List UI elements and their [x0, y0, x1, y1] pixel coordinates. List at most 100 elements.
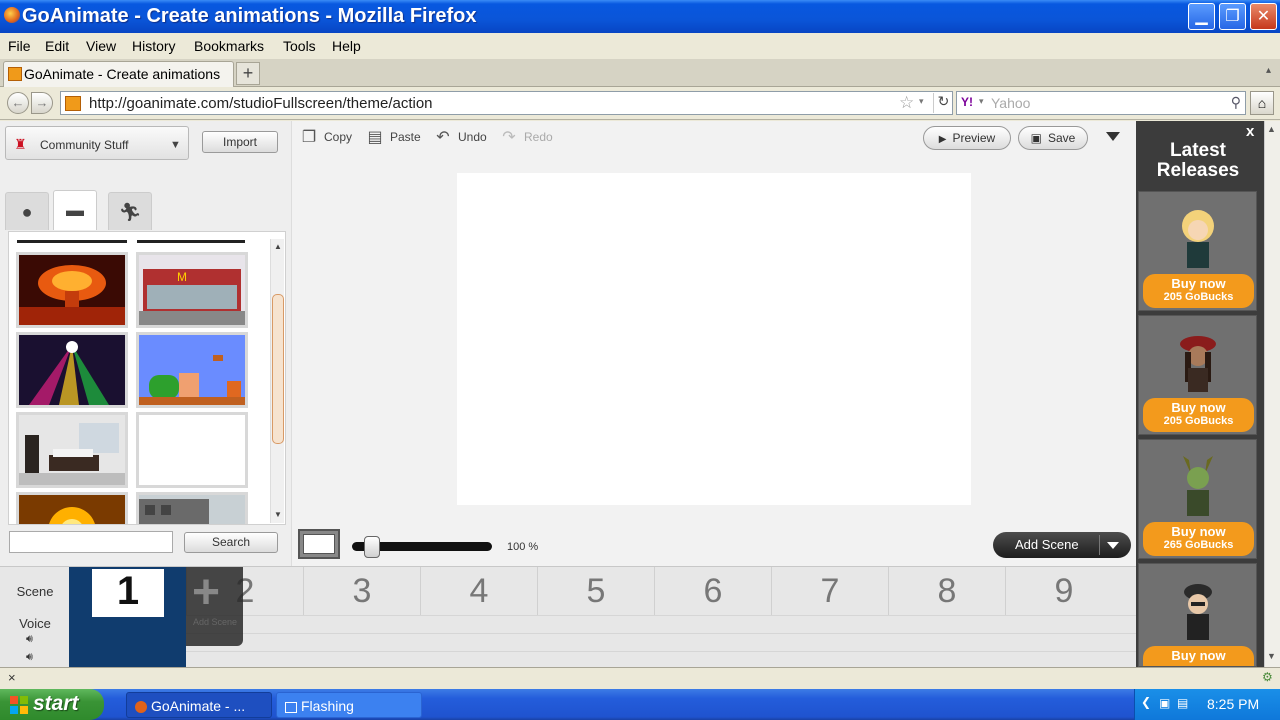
- plus-icon: +: [192, 566, 221, 619]
- release-card[interactable]: Buy now 265 GoBucks: [1138, 439, 1257, 559]
- asset-thumb-platform-game[interactable]: [136, 332, 248, 408]
- scroll-down-icon[interactable]: ▼: [272, 509, 284, 521]
- close-button[interactable]: ✕: [1250, 3, 1277, 30]
- scroll-down-icon[interactable]: ▼: [1267, 651, 1276, 661]
- url-text: http://goanimate.com/studioFullscreen/th…: [89, 95, 433, 112]
- asset-thumb-sun[interactable]: [16, 492, 128, 524]
- asset-thumb-blank[interactable]: [136, 412, 248, 488]
- scrollbar-thumb[interactable]: [272, 294, 284, 444]
- zoom-level: 100 %: [507, 541, 539, 553]
- backgrounds-tab[interactable]: ▬: [53, 190, 97, 230]
- timeline-divider: [186, 633, 1136, 634]
- preview-button[interactable]: ▶ Preview: [923, 126, 1011, 150]
- asset-thumb-disco[interactable]: [16, 332, 128, 408]
- copy-icon: ❐: [301, 129, 317, 146]
- redo-icon: ↷: [502, 129, 516, 146]
- buy-now-button[interactable]: Buy now 205 GoBucks: [1143, 398, 1254, 432]
- menu-edit[interactable]: Edit: [45, 38, 69, 54]
- speaker-icon[interactable]: 🔊︎: [26, 633, 33, 646]
- close-icon[interactable]: x: [1246, 123, 1254, 140]
- save-button[interactable]: ▣ Save: [1018, 126, 1088, 150]
- buy-now-button[interactable]: Buy now 205 GoBucks: [1143, 274, 1254, 308]
- asset-thumb-restaurant[interactable]: M: [136, 252, 248, 328]
- home-icon[interactable]: ⌂: [1250, 91, 1274, 115]
- close-findbar-icon[interactable]: ×: [8, 670, 16, 685]
- menu-history[interactable]: History: [132, 38, 176, 54]
- asset-source-dropdown[interactable]: ♜ Community Stuff ▼: [5, 126, 189, 160]
- network-icon[interactable]: ▣: [1159, 696, 1170, 710]
- add-scene-tile[interactable]: + Add Scene: [186, 566, 243, 646]
- scene-slot[interactable]: 8: [888, 567, 1005, 615]
- menu-file[interactable]: File: [8, 38, 31, 54]
- window-title-bar[interactable]: GoAnimate - Create animations - Mozilla …: [0, 0, 1280, 33]
- paste-button[interactable]: ▤ Paste: [366, 129, 420, 149]
- start-button[interactable]: start: [0, 689, 104, 720]
- undo-button[interactable]: ↶ Undo: [434, 129, 486, 149]
- menu-bookmarks[interactable]: Bookmarks: [194, 38, 264, 54]
- system-tray: ❮ ▣ ▤ 8:25 PM: [1134, 689, 1280, 720]
- props-tab[interactable]: ●: [5, 192, 49, 230]
- volume-icon[interactable]: ▤: [1177, 696, 1188, 710]
- minimize-button[interactable]: ▁: [1188, 3, 1215, 30]
- buy-now-button[interactable]: Buy now 265 GoBucks: [1143, 522, 1254, 556]
- scene-slot[interactable]: 3: [303, 567, 420, 615]
- scene-slot[interactable]: 9: [1005, 567, 1122, 615]
- asset-thumb-bedroom[interactable]: [16, 412, 128, 488]
- taskbar-item-goanimate[interactable]: GoAnimate - ...: [126, 692, 272, 718]
- url-dropdown-icon[interactable]: ▾: [919, 96, 924, 107]
- frame-toggle[interactable]: [298, 529, 340, 559]
- redo-button[interactable]: ↷ Redo: [500, 129, 552, 149]
- search-bar[interactable]: Y! ▾ Yahoo ⚲: [956, 91, 1246, 115]
- taskbar-item-flashing[interactable]: Flashing: [276, 692, 422, 718]
- scene-stage[interactable]: [457, 173, 971, 505]
- buy-now-button[interactable]: Buy now: [1143, 646, 1254, 666]
- add-scene-tile-label: Add Scene: [192, 617, 238, 627]
- scene-slot[interactable]: 7: [771, 567, 888, 615]
- chevron-down-icon[interactable]: [1107, 542, 1119, 549]
- scroll-up-icon[interactable]: ▲: [1267, 124, 1276, 134]
- timeline-divider: [186, 615, 1136, 616]
- menu-view[interactable]: View: [86, 38, 116, 54]
- asset-search-button[interactable]: Search: [184, 532, 278, 553]
- tray-arrow-icon[interactable]: ❮: [1141, 695, 1151, 709]
- asset-scrollbar[interactable]: ▲ ▼: [270, 239, 284, 523]
- speaker-icon[interactable]: 🔊︎: [26, 651, 33, 664]
- new-tab-button[interactable]: +: [236, 62, 260, 85]
- scene-slot[interactable]: 6: [654, 567, 771, 615]
- yahoo-icon[interactable]: Y!: [961, 95, 973, 109]
- url-bar[interactable]: http://goanimate.com/studioFullscreen/th…: [60, 91, 953, 115]
- zoom-slider-handle[interactable]: [364, 536, 381, 558]
- maximize-button[interactable]: ❐: [1219, 3, 1246, 30]
- browser-tab[interactable]: GoAnimate - Create animations: [3, 61, 234, 87]
- release-card[interactable]: Buy now: [1138, 563, 1257, 667]
- scene-slot[interactable]: 5: [537, 567, 654, 615]
- explosion-image: [19, 255, 125, 325]
- release-card[interactable]: Buy now 205 GoBucks: [1138, 315, 1257, 435]
- scene-1-tile[interactable]: 1: [69, 567, 186, 668]
- asset-thumb-explosion[interactable]: [16, 252, 128, 328]
- release-card[interactable]: Buy now 205 GoBucks: [1138, 191, 1257, 311]
- forward-icon[interactable]: →: [31, 92, 53, 114]
- addon-icon[interactable]: ⚙: [1262, 670, 1273, 684]
- menu-help[interactable]: Help: [332, 38, 361, 54]
- more-menu-icon[interactable]: [1106, 132, 1120, 141]
- background-icon: ▬: [66, 200, 84, 220]
- copy-button[interactable]: ❐ Copy: [300, 129, 352, 149]
- page-scrollbar[interactable]: ▲ ▼: [1264, 121, 1280, 667]
- divider: [1099, 535, 1100, 555]
- menu-tools[interactable]: Tools: [283, 38, 316, 54]
- search-icon[interactable]: ⚲: [1231, 94, 1241, 111]
- back-icon[interactable]: ←: [7, 92, 29, 114]
- reload-icon[interactable]: ↻: [933, 93, 953, 113]
- scroll-up-icon[interactable]: ▲: [272, 241, 284, 253]
- engine-dropdown-icon[interactable]: ▾: [979, 96, 984, 107]
- asset-thumb-street[interactable]: [136, 492, 248, 524]
- tab-list-icon[interactable]: ▴: [1266, 65, 1271, 76]
- studio-area: ♜ Community Stuff ▼ Import ● ▬ 🏃︎ M ▲ ▼ …: [0, 121, 1264, 668]
- scene-slot[interactable]: 4: [420, 567, 537, 615]
- characters-tab[interactable]: 🏃︎: [108, 192, 152, 230]
- asset-search-input[interactable]: [9, 531, 173, 553]
- import-button[interactable]: Import: [202, 131, 278, 153]
- add-scene-button[interactable]: Add Scene: [993, 532, 1131, 558]
- bookmark-star-icon[interactable]: ☆: [899, 93, 914, 113]
